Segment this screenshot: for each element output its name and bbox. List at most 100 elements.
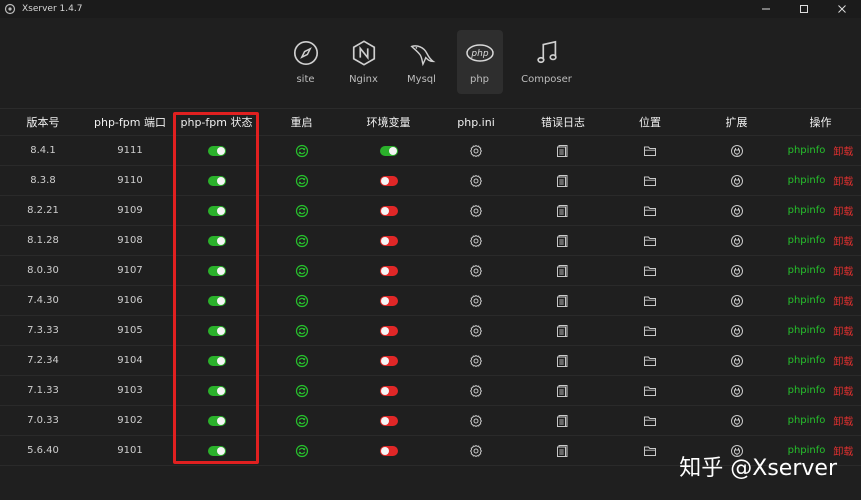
document-icon[interactable] [556,204,570,218]
env-var-toggle[interactable] [379,415,398,426]
uninstall-link[interactable]: 卸载 [833,353,853,368]
gear-icon[interactable] [469,354,483,368]
tool-composer[interactable]: Composer [515,30,579,94]
restart-icon[interactable] [295,444,309,458]
close-button[interactable] [823,0,861,18]
fpm-status-toggle[interactable] [207,445,226,456]
env-var-toggle[interactable] [379,295,398,306]
extension-plug-icon[interactable] [730,204,744,218]
phpinfo-link[interactable]: phpinfo [788,355,826,366]
gear-icon[interactable] [469,324,483,338]
gear-icon[interactable] [469,144,483,158]
extension-plug-icon[interactable] [730,294,744,308]
fpm-status-toggle[interactable] [207,265,226,276]
restart-icon[interactable] [295,234,309,248]
document-icon[interactable] [556,414,570,428]
extension-plug-icon[interactable] [730,144,744,158]
extension-plug-icon[interactable] [730,264,744,278]
fpm-status-toggle[interactable] [207,175,226,186]
uninstall-link[interactable]: 卸载 [833,143,853,158]
restart-icon[interactable] [295,384,309,398]
phpinfo-link[interactable]: phpinfo [788,325,826,336]
folder-icon[interactable] [643,144,657,158]
restart-icon[interactable] [295,324,309,338]
gear-icon[interactable] [469,294,483,308]
restart-icon[interactable] [295,174,309,188]
folder-icon[interactable] [643,234,657,248]
uninstall-link[interactable]: 卸载 [833,413,853,428]
gear-icon[interactable] [469,444,483,458]
restart-icon[interactable] [295,414,309,428]
folder-icon[interactable] [643,294,657,308]
gear-icon[interactable] [469,204,483,218]
env-var-toggle[interactable] [379,385,398,396]
document-icon[interactable] [556,144,570,158]
extension-plug-icon[interactable] [730,174,744,188]
document-icon[interactable] [556,354,570,368]
env-var-toggle[interactable] [379,235,398,246]
tool-nginx[interactable]: Nginx [341,30,387,94]
uninstall-link[interactable]: 卸载 [833,293,853,308]
document-icon[interactable] [556,444,570,458]
env-var-toggle[interactable] [379,205,398,216]
env-var-toggle[interactable] [379,445,398,456]
fpm-status-toggle[interactable] [207,325,226,336]
env-var-toggle[interactable] [379,145,398,156]
tool-site[interactable]: site [283,30,329,94]
tool-php[interactable]: php php [456,30,503,94]
env-var-toggle[interactable] [379,355,398,366]
fpm-status-toggle[interactable] [207,235,226,246]
document-icon[interactable] [556,264,570,278]
restart-icon[interactable] [295,294,309,308]
phpinfo-link[interactable]: phpinfo [788,295,826,306]
gear-icon[interactable] [469,264,483,278]
phpinfo-link[interactable]: phpinfo [788,205,826,216]
phpinfo-link[interactable]: phpinfo [788,415,826,426]
fpm-status-toggle[interactable] [207,205,226,216]
phpinfo-link[interactable]: phpinfo [788,145,826,156]
folder-icon[interactable] [643,174,657,188]
document-icon[interactable] [556,234,570,248]
extension-plug-icon[interactable] [730,384,744,398]
uninstall-link[interactable]: 卸载 [833,203,853,218]
phpinfo-link[interactable]: phpinfo [788,265,826,276]
document-icon[interactable] [556,384,570,398]
env-var-toggle[interactable] [379,325,398,336]
restart-icon[interactable] [295,144,309,158]
fpm-status-toggle[interactable] [207,385,226,396]
folder-icon[interactable] [643,414,657,428]
extension-plug-icon[interactable] [730,414,744,428]
restart-icon[interactable] [295,354,309,368]
document-icon[interactable] [556,324,570,338]
gear-icon[interactable] [469,174,483,188]
gear-icon[interactable] [469,414,483,428]
fpm-status-toggle[interactable] [207,295,226,306]
extension-plug-icon[interactable] [730,354,744,368]
document-icon[interactable] [556,294,570,308]
fpm-status-toggle[interactable] [207,355,226,366]
folder-icon[interactable] [643,384,657,398]
folder-icon[interactable] [643,204,657,218]
uninstall-link[interactable]: 卸载 [833,173,853,188]
uninstall-link[interactable]: 卸载 [833,263,853,278]
minimize-button[interactable] [747,0,785,18]
phpinfo-link[interactable]: phpinfo [788,175,826,186]
maximize-button[interactable] [785,0,823,18]
folder-icon[interactable] [643,264,657,278]
tool-mysql[interactable]: Mysql [399,30,445,94]
fpm-status-toggle[interactable] [207,415,226,426]
extension-plug-icon[interactable] [730,324,744,338]
uninstall-link[interactable]: 卸载 [833,383,853,398]
restart-icon[interactable] [295,264,309,278]
env-var-toggle[interactable] [379,175,398,186]
uninstall-link[interactable]: 卸载 [833,323,853,338]
env-var-toggle[interactable] [379,265,398,276]
folder-icon[interactable] [643,324,657,338]
document-icon[interactable] [556,174,570,188]
gear-icon[interactable] [469,384,483,398]
folder-icon[interactable] [643,354,657,368]
fpm-status-toggle[interactable] [207,145,226,156]
restart-icon[interactable] [295,204,309,218]
uninstall-link[interactable]: 卸载 [833,233,853,248]
gear-icon[interactable] [469,234,483,248]
